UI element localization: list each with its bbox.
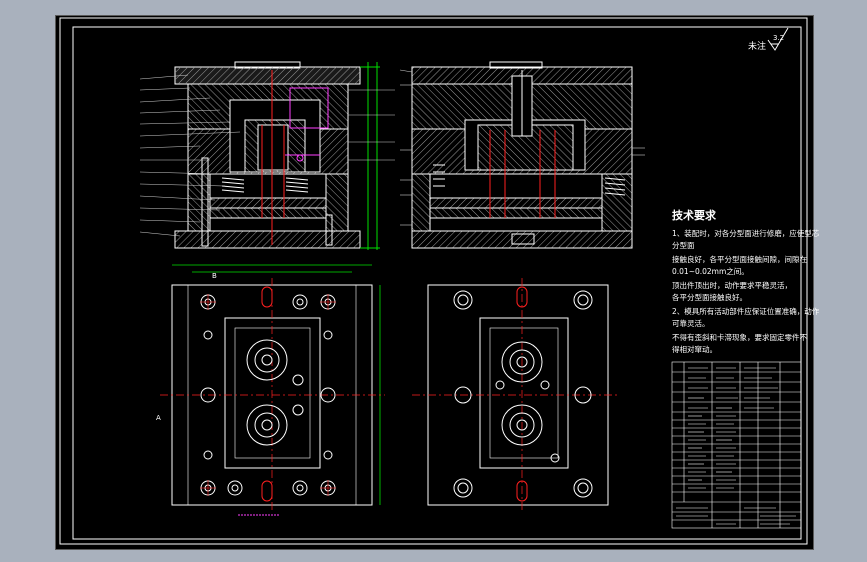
section-view-left xyxy=(139,61,395,250)
tech-requirements: 技术要求 1、装配时，对各分型面进行修磨，应使型芯 分型面 接触良好，各平分型面… xyxy=(672,208,820,354)
tech-req-line-2: 分型面 xyxy=(672,241,695,250)
view-label-a: A xyxy=(156,414,161,422)
plan-view-left: A B xyxy=(156,264,385,516)
tech-req-line-3: 接触良好，各平分型面接触间隙，间隙在 xyxy=(672,254,807,264)
tech-req-title: 技术要求 xyxy=(672,208,717,222)
roughness-value: 3.2 xyxy=(773,34,784,42)
tech-req-line-5: 顶出件顶出时，动作要求平稳灵活， xyxy=(672,280,792,290)
section-view-right xyxy=(399,61,645,249)
parts-list-entries xyxy=(676,367,796,525)
tech-req-line-4: 0.01~0.02mm之间。 xyxy=(672,266,749,276)
tech-req-line-10: 得相对窜动。 xyxy=(672,344,717,354)
plan-view-right xyxy=(412,278,620,512)
tech-req-line-1: 1、装配时，对各分型面进行修磨，应使型芯 xyxy=(672,228,820,238)
tech-req-line-9: 不得有歪斜和卡滞现象，要求固定零件不 xyxy=(672,332,807,342)
cad-drawing: 未注 3.2 A B 技术要求 1、装配时，对各分型面进行修磨，应使型芯 分型面… xyxy=(59,17,820,545)
tech-req-line-6: 各平分型面接触良好。 xyxy=(672,292,747,302)
tech-req-line-8: 可靠灵活。 xyxy=(672,318,710,328)
roughness-note: 未注 xyxy=(748,40,766,52)
parts-list-table xyxy=(671,361,802,529)
tech-req-line-7: 2、模具所有活动部件应保证位置准确，动作 xyxy=(672,306,820,316)
view-label-b: B xyxy=(212,272,217,280)
